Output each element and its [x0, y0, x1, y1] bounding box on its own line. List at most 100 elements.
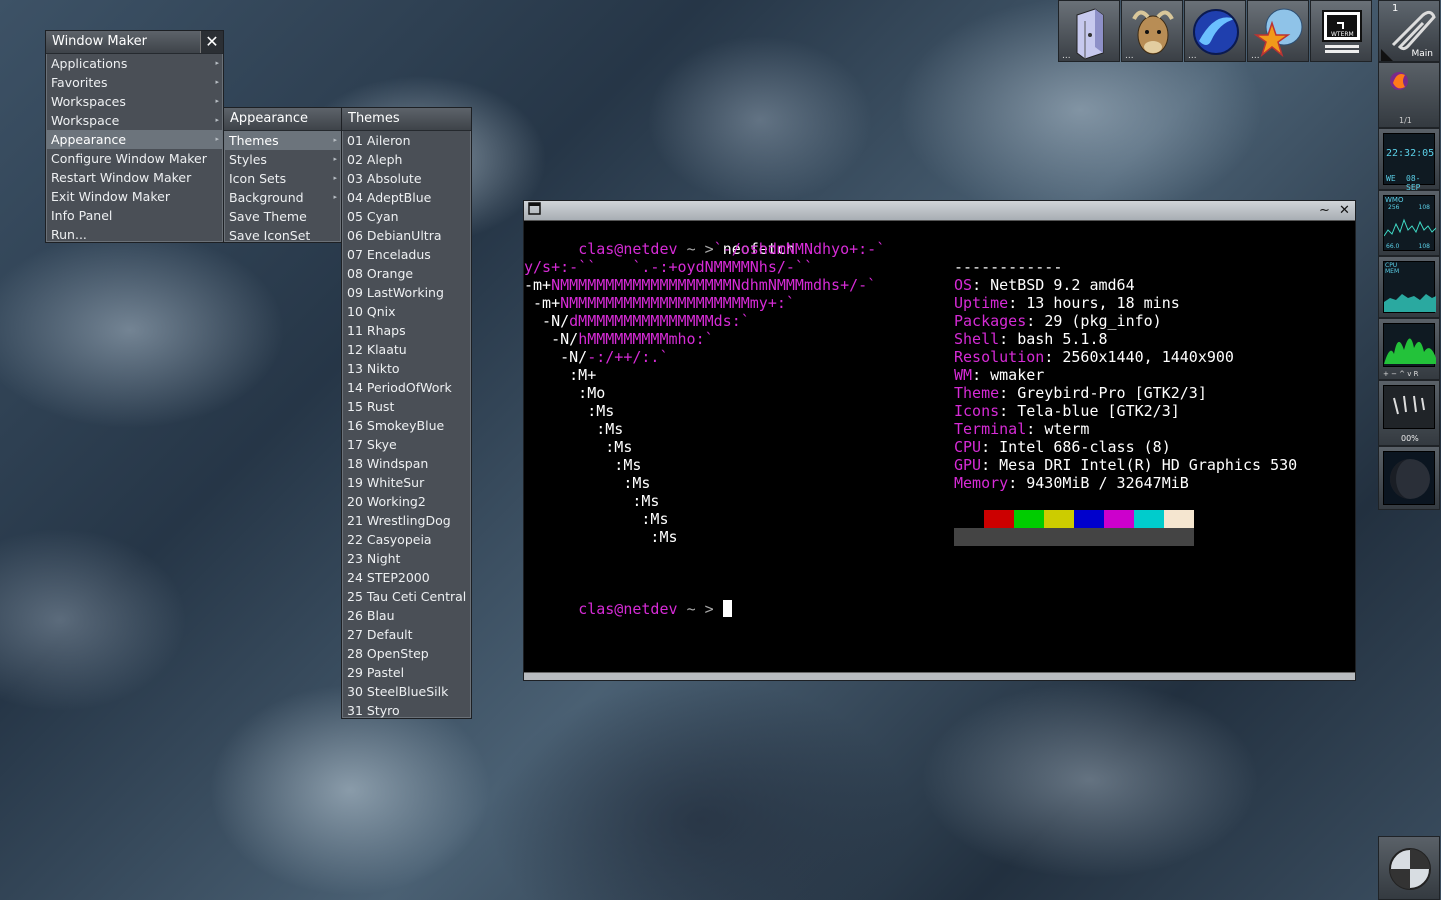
fire-controls[interactable]: + − ^ v R [1383, 370, 1419, 378]
appearance-menu-item[interactable]: Save Theme [224, 207, 341, 226]
palette-swatch [1044, 510, 1074, 528]
root-menu-item[interactable]: Restart Window Maker [46, 168, 223, 187]
appearance-menu-item[interactable]: Icon Sets ▸ [224, 169, 341, 188]
logo-segment: `-/oshdmNMNdhyo+:-` [524, 240, 886, 258]
close-button[interactable]: ✕ [1336, 202, 1353, 219]
themes-menu-item[interactable]: 09 LastWorking [342, 283, 471, 302]
meter-dockapp[interactable]: 00% [1378, 380, 1440, 446]
wterm-icon[interactable]: WTERM [1310, 0, 1372, 62]
seamonkey-icon[interactable]: ... [1184, 0, 1246, 62]
themes-menu-item[interactable]: 16 SmokeyBlue [342, 416, 471, 435]
themes-menu-item[interactable]: 05 Cyan [342, 207, 471, 226]
prompt-line[interactable]: clas@netdev ~ > [524, 582, 732, 636]
themes-menu-item-label: 08 Orange [347, 266, 414, 281]
root-menu-item[interactable]: Workspaces ▸ [46, 92, 223, 111]
root-menu-item[interactable]: Favorites ▸ [46, 73, 223, 92]
themes-menu-item[interactable]: 02 Aleph [342, 150, 471, 169]
themes-menu-item[interactable]: 18 Windspan [342, 454, 471, 473]
info-value: wterm [1044, 420, 1090, 438]
root-menu-item[interactable]: Run... [46, 225, 223, 244]
close-icon[interactable]: ✕ [200, 31, 223, 53]
root-menu-item[interactable]: Configure Window Maker [46, 149, 223, 168]
star-browser-icon[interactable]: ... [1247, 0, 1309, 62]
palette-swatch [1074, 510, 1104, 528]
network-dockapp[interactable]: WMO 256 108 66.0 108 [1378, 190, 1440, 256]
terminal-titlebar[interactable]: ~ ✕ [524, 201, 1355, 221]
themes-menu-item[interactable]: 15 Rust [342, 397, 471, 416]
info-key: Theme [954, 384, 1000, 402]
themes-menu-item-label: 21 WrestlingDog [347, 513, 451, 528]
cpu-mem-dockapp[interactable]: CPU MEM [1378, 256, 1440, 318]
trash-dockapp[interactable] [1378, 836, 1440, 900]
root-menu-item[interactable]: Info Panel [46, 206, 223, 225]
moon-dockapp[interactable] [1378, 446, 1440, 510]
themes-menu-item[interactable]: 07 Enceladus [342, 245, 471, 264]
clock-dockapp[interactable]: 22:32:05 WE 08-SEP [1378, 128, 1440, 192]
root-menu-item-label: Appearance [51, 132, 127, 147]
logo-line: :M+ [524, 366, 596, 384]
logo-line: :Ms [524, 438, 632, 456]
themes-menu-item[interactable]: 19 WhiteSur [342, 473, 471, 492]
gnu-icon[interactable]: ... [1121, 0, 1183, 62]
themes-menu-item[interactable]: 24 STEP2000 [342, 568, 471, 587]
appearance-menu-item[interactable]: Themes ▸ [224, 131, 341, 150]
themes-menu-item[interactable]: 11 Rhaps [342, 321, 471, 340]
logo-line: :Ms [524, 474, 650, 492]
root-menu-item[interactable]: Exit Window Maker [46, 187, 223, 206]
themes-menu-item[interactable]: 21 WrestlingDog [342, 511, 471, 530]
logo-segment: -:/++/:.` [587, 348, 669, 366]
themes-menu-item[interactable]: 22 Casyopeia [342, 530, 471, 549]
appearance-menu-item-label: Save Theme [229, 209, 307, 224]
themes-menu-title[interactable]: Themes [342, 108, 471, 131]
themes-menu-item[interactable]: 04 AdeptBlue [342, 188, 471, 207]
firefox-dock-icon[interactable]: 1/1 [1378, 62, 1440, 128]
fire-dockapp[interactable]: + − ^ v R [1378, 318, 1440, 380]
logo-segment: -N/ [524, 348, 588, 366]
root-menu-item[interactable]: Workspace ▸ [46, 111, 223, 130]
themes-menu-item[interactable]: 06 DebianUltra [342, 226, 471, 245]
workspace-pager[interactable]: 1/1 [1399, 116, 1412, 125]
themes-menu-item[interactable]: 30 SteelBlueSilk [342, 682, 471, 701]
root-menu-item[interactable]: Applications ▸ [46, 54, 223, 73]
file-manager-icon[interactable]: ... [1058, 0, 1120, 62]
themes-menu-item[interactable]: 14 PeriodOfWork [342, 378, 471, 397]
themes-menu-item-label: 04 AdeptBlue [347, 190, 432, 205]
themes-menu-item[interactable]: 01 Aileron [342, 131, 471, 150]
themes-menu-item[interactable]: 03 Absolute [342, 169, 471, 188]
themes-menu-item[interactable]: 25 Tau Ceti Central [342, 587, 471, 606]
themes-menu-item[interactable]: 12 Klaatu [342, 340, 471, 359]
terminal-resizebar[interactable] [524, 672, 1355, 680]
themes-menu-item[interactable]: 20 Working2 [342, 492, 471, 511]
logo-segment: NMMMMMMMMMMMMMMMMMMMNdhmNMMMmdhs+/-` [551, 276, 877, 294]
palette-swatch [1014, 510, 1044, 528]
themes-menu-item[interactable]: 26 Blau [342, 606, 471, 625]
appearance-menu-item[interactable]: Styles ▸ [224, 150, 341, 169]
appearance-menu-item[interactable]: Save IconSet [224, 226, 341, 245]
themes-menu-item-label: 17 Skye [347, 437, 397, 452]
themes-menu-item[interactable]: 17 Skye [342, 435, 471, 454]
themes-menu-item[interactable]: 31 Styro [342, 701, 471, 720]
themes-menu-item[interactable]: 08 Orange [342, 264, 471, 283]
themes-menu-item-label: 26 Blau [347, 608, 395, 623]
minimize-button[interactable]: ~ [1316, 202, 1333, 219]
info-value: bash 5.1.8 [1017, 330, 1108, 348]
themes-menu-item[interactable]: 13 Nikto [342, 359, 471, 378]
submenu-arrow-icon: ▸ [333, 136, 337, 144]
themes-menu-item[interactable]: 10 Qnix [342, 302, 471, 321]
workspace-clip[interactable]: 1 Main [1378, 0, 1440, 62]
root-menu-title[interactable]: Window Maker ✕ [46, 31, 223, 54]
miniaturize-icon[interactable] [526, 202, 543, 219]
themes-menu-item-label: 31 Styro [347, 703, 400, 718]
themes-menu-item[interactable]: 28 OpenStep [342, 644, 471, 663]
terminal-window[interactable]: ~ ✕ clas@netdev ~ > neofetch `-/oshdmNMN… [523, 200, 1356, 681]
appearance-menu-title[interactable]: Appearance [224, 108, 341, 131]
themes-menu-item[interactable]: 29 Pastel [342, 663, 471, 682]
terminal-output[interactable]: clas@netdev ~ > neofetch `-/oshdmNMNdhyo… [524, 222, 1355, 672]
themes-menu-item[interactable]: 23 Night [342, 549, 471, 568]
themes-menu-item-label: 23 Night [347, 551, 401, 566]
appearance-menu-item[interactable]: Background ▸ [224, 188, 341, 207]
logo-segment: -N/ [524, 330, 579, 348]
logo-line: -N/-:/++/:.` [524, 348, 669, 366]
themes-menu-item[interactable]: 27 Default [342, 625, 471, 644]
root-menu-item[interactable]: Appearance ▸ [46, 130, 223, 149]
